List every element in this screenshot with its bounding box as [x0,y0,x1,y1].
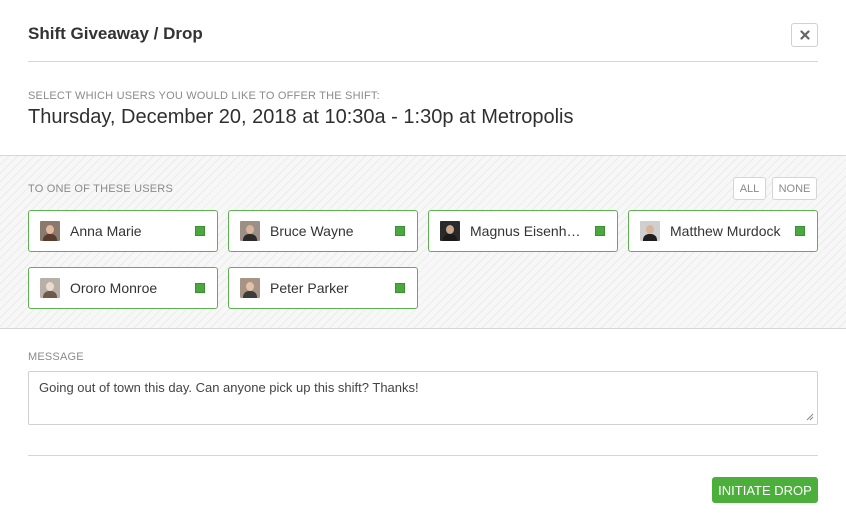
message-label: MESSAGE [28,351,84,363]
avatar [40,278,60,298]
initiate-drop-button[interactable]: INITIATE DROP [712,477,818,503]
avatar [240,278,260,298]
message-textarea[interactable]: Going out of town this day. Can anyone p… [28,371,818,425]
selected-checkbox[interactable] [595,226,605,236]
selected-checkbox[interactable] [395,283,405,293]
user-card[interactable]: Matthew Murdock [628,210,818,252]
avatar [240,221,260,241]
message-section: MESSAGE Going out of town this day. Can … [28,351,818,425]
user-name: Bruce Wayne [270,223,354,239]
user-card[interactable]: Anna Marie [28,210,218,252]
user-name: Ororo Monroe [70,280,158,296]
user-card[interactable]: Peter Parker [228,267,418,309]
user-card[interactable]: Ororo Monroe [28,267,218,309]
modal-header: Shift Giveaway / Drop [28,0,818,62]
avatar [440,221,460,241]
avatar [640,221,660,241]
user-name: Peter Parker [270,280,349,296]
selected-checkbox[interactable] [395,226,405,236]
users-section: TO ONE OF THESE USERS ALL NONE Anna Mari… [0,155,846,329]
select-all-button[interactable]: ALL [733,177,766,200]
user-card[interactable]: Magnus Eisenha… [428,210,618,252]
selected-checkbox[interactable] [195,283,205,293]
user-card[interactable]: Bruce Wayne [228,210,418,252]
resize-handle-icon[interactable] [806,413,814,421]
shift-section: SELECT WHICH USERS YOU WOULD LIKE TO OFF… [28,90,818,129]
user-name: Magnus Eisenha… [470,223,588,239]
message-text: Going out of town this day. Can anyone p… [39,380,419,395]
shift-instruction: SELECT WHICH USERS YOU WOULD LIKE TO OFF… [28,90,380,102]
selected-checkbox[interactable] [795,226,805,236]
select-none-button[interactable]: NONE [772,177,817,200]
user-name: Anna Marie [70,223,142,239]
selected-checkbox[interactable] [195,226,205,236]
shift-description: Thursday, December 20, 2018 at 10:30a - … [28,106,574,128]
close-button[interactable] [791,23,818,47]
modal-title: Shift Giveaway / Drop [28,24,203,43]
avatar [40,221,60,241]
user-name: Matthew Murdock [670,223,781,239]
close-icon [799,30,810,40]
footer-divider [28,455,818,456]
users-label: TO ONE OF THESE USERS [28,183,173,195]
